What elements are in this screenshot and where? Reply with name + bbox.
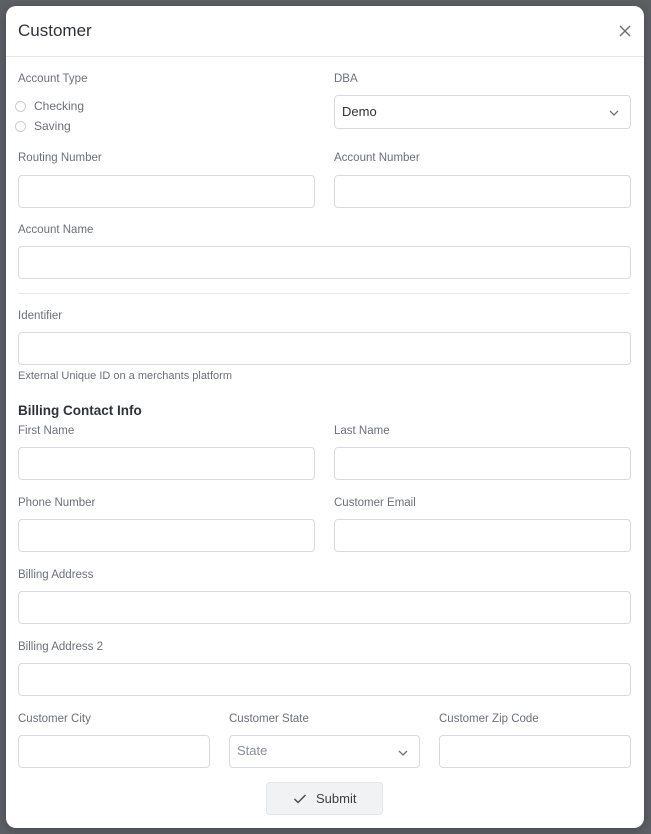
identifier-input[interactable]: [18, 332, 631, 365]
customer-email-label: Customer Email: [334, 497, 416, 509]
chevron-down-icon: [609, 110, 619, 116]
account-name-input[interactable]: [18, 246, 631, 279]
account-type-label: Account Type: [18, 73, 88, 85]
identifier-helper-text: External Unique ID on a merchants platfo…: [18, 370, 232, 382]
submit-label[interactable]: Submit: [316, 791, 356, 806]
customer-zip-input[interactable]: [439, 735, 631, 768]
radio-checking-circle[interactable]: [15, 101, 26, 112]
customer-city-input[interactable]: [18, 735, 210, 768]
radio-checking-label[interactable]: Checking: [34, 99, 84, 113]
check-icon: [293, 794, 307, 804]
dba-label: DBA: [334, 73, 358, 85]
customer-zip-label: Customer Zip Code: [439, 713, 539, 725]
identifier-label: Identifier: [18, 310, 63, 322]
modal-header: Customer: [6, 6, 644, 57]
phone-number-input[interactable]: [18, 519, 315, 552]
routing-number-input[interactable]: [18, 175, 315, 208]
billing-section-title: Billing Contact Info: [18, 403, 142, 418]
submit-button[interactable]: Submit: [266, 782, 383, 815]
routing-number-label: Routing Number: [18, 152, 102, 164]
dba-selected-value: Demo: [342, 104, 377, 119]
dba-select[interactable]: Demo: [334, 95, 631, 129]
customer-city-label: Customer City: [18, 713, 91, 725]
first-name-label: First Name: [18, 425, 75, 437]
close-icon[interactable]: [618, 24, 632, 38]
radio-saving-label[interactable]: Saving: [34, 119, 71, 133]
modal-title: Customer: [18, 21, 92, 40]
account-number-input[interactable]: [334, 175, 631, 208]
billing-address2-label: Billing Address 2: [18, 641, 104, 653]
customer-state-label: Customer State: [229, 713, 309, 725]
account-number-label: Account Number: [334, 152, 420, 164]
last-name-input[interactable]: [334, 447, 631, 480]
customer-state-select[interactable]: State: [229, 735, 420, 768]
section-divider: [18, 293, 630, 294]
billing-address2-input[interactable]: [18, 663, 631, 696]
state-placeholder: State: [237, 743, 268, 758]
radio-saving-circle[interactable]: [15, 121, 26, 132]
first-name-input[interactable]: [18, 447, 315, 480]
phone-number-label: Phone Number: [18, 497, 96, 509]
customer-email-input[interactable]: [334, 519, 631, 552]
billing-address-label: Billing Address: [18, 569, 94, 581]
billing-address-input[interactable]: [18, 591, 631, 624]
chevron-down-icon: [398, 750, 408, 756]
account-name-label: Account Name: [18, 224, 94, 236]
customer-modal: Customer Account Type Checking Saving DB…: [6, 6, 644, 828]
last-name-label: Last Name: [334, 425, 390, 437]
